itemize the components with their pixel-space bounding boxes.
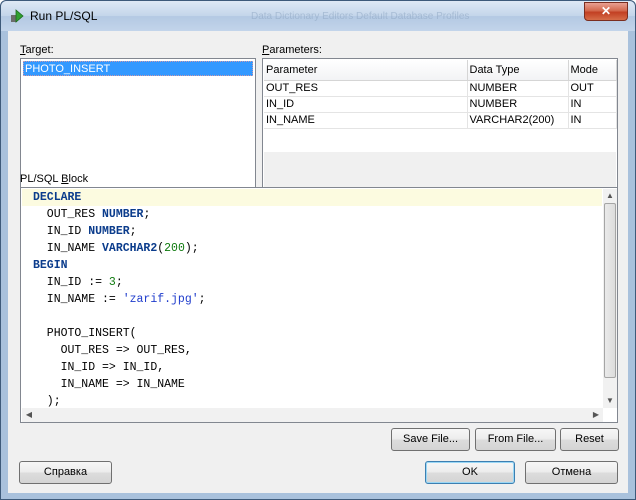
table-row[interactable]: OUT_RES NUMBER OUT (264, 80, 617, 97)
scroll-left-icon[interactable]: ◀ (22, 408, 36, 422)
parameters-empty-area (264, 152, 616, 192)
dialog-body: Target: PHOTO_INSERT Parameters: Paramet… (8, 31, 628, 493)
scroll-down-icon[interactable]: ▼ (603, 394, 617, 408)
param-name: OUT_RES (264, 80, 468, 97)
code-line: IN_ID => IN_ID, (33, 361, 165, 374)
plsql-editor[interactable]: DECLARE OUT_RES NUMBER; IN_ID NUMBER; IN… (20, 187, 618, 423)
from-file-button[interactable]: From File... (475, 428, 556, 451)
code-line: PHOTO_INSERT( (33, 327, 137, 340)
run-plsql-window: Run PL/SQL Data Dictionary Editors Defau… (0, 0, 636, 500)
ok-button[interactable]: OK (425, 461, 515, 484)
code-line: IN_ID := 3; (33, 276, 123, 289)
window-title: Run PL/SQL (30, 9, 98, 23)
code-line: BEGIN (33, 259, 68, 272)
window-title-ghost: Data Dictionary Editors Default Database… (251, 11, 470, 22)
run-icon (11, 9, 24, 23)
table-row[interactable]: IN_NAME VARCHAR2(200) IN (264, 112, 617, 129)
save-file-button[interactable]: Save File... (391, 428, 470, 451)
parameters-table[interactable]: Parameter Data Type Mode OUT_RES NUMBER … (262, 58, 618, 193)
param-name: IN_ID (264, 96, 468, 113)
scroll-thumb[interactable] (604, 203, 616, 378)
title-bar[interactable]: Run PL/SQL Data Dictionary Editors Defau… (1, 1, 635, 31)
code-line: OUT_RES => OUT_RES, (33, 344, 192, 357)
close-button[interactable]: ✕ (584, 2, 628, 21)
parameters-label: Parameters: (262, 44, 322, 56)
column-header-data-type[interactable]: Data Type (467, 60, 569, 81)
param-mode: OUT (568, 80, 617, 97)
scroll-up-icon[interactable]: ▲ (603, 189, 617, 203)
code-line: OUT_RES NUMBER; (33, 208, 151, 221)
code-line: IN_ID NUMBER; (33, 225, 137, 238)
target-label: Target: (20, 44, 54, 56)
param-type: NUMBER (467, 96, 569, 113)
param-type: NUMBER (467, 80, 569, 97)
column-header-mode[interactable]: Mode (568, 60, 617, 81)
param-mode: IN (568, 96, 617, 113)
close-icon: ✕ (600, 4, 612, 18)
code-line: IN_NAME := 'zarif.jpg'; (33, 293, 206, 306)
current-line-highlight (22, 189, 602, 206)
param-name: IN_NAME (264, 112, 468, 129)
plsql-block-label: PL/SQL Block (20, 173, 89, 185)
cancel-button[interactable]: Отмена (525, 461, 618, 484)
scroll-right-icon[interactable]: ▶ (589, 408, 603, 422)
param-type: VARCHAR2(200) (467, 112, 569, 129)
code-line: IN_NAME VARCHAR2(200); (33, 242, 199, 255)
code-line: DECLARE (33, 191, 82, 204)
target-item-photo-insert[interactable]: PHOTO_INSERT (23, 61, 253, 76)
code-line: IN_NAME => IN_NAME (33, 378, 185, 391)
horizontal-scrollbar[interactable]: ◀ ▶ (22, 408, 603, 422)
param-mode: IN (568, 112, 617, 129)
help-button[interactable]: Справка (19, 461, 112, 484)
reset-button[interactable]: Reset (560, 428, 619, 451)
vertical-scrollbar[interactable]: ▲ ▼ (603, 189, 617, 408)
table-row[interactable]: IN_ID NUMBER IN (264, 96, 617, 113)
column-header-parameter[interactable]: Parameter (264, 60, 468, 81)
